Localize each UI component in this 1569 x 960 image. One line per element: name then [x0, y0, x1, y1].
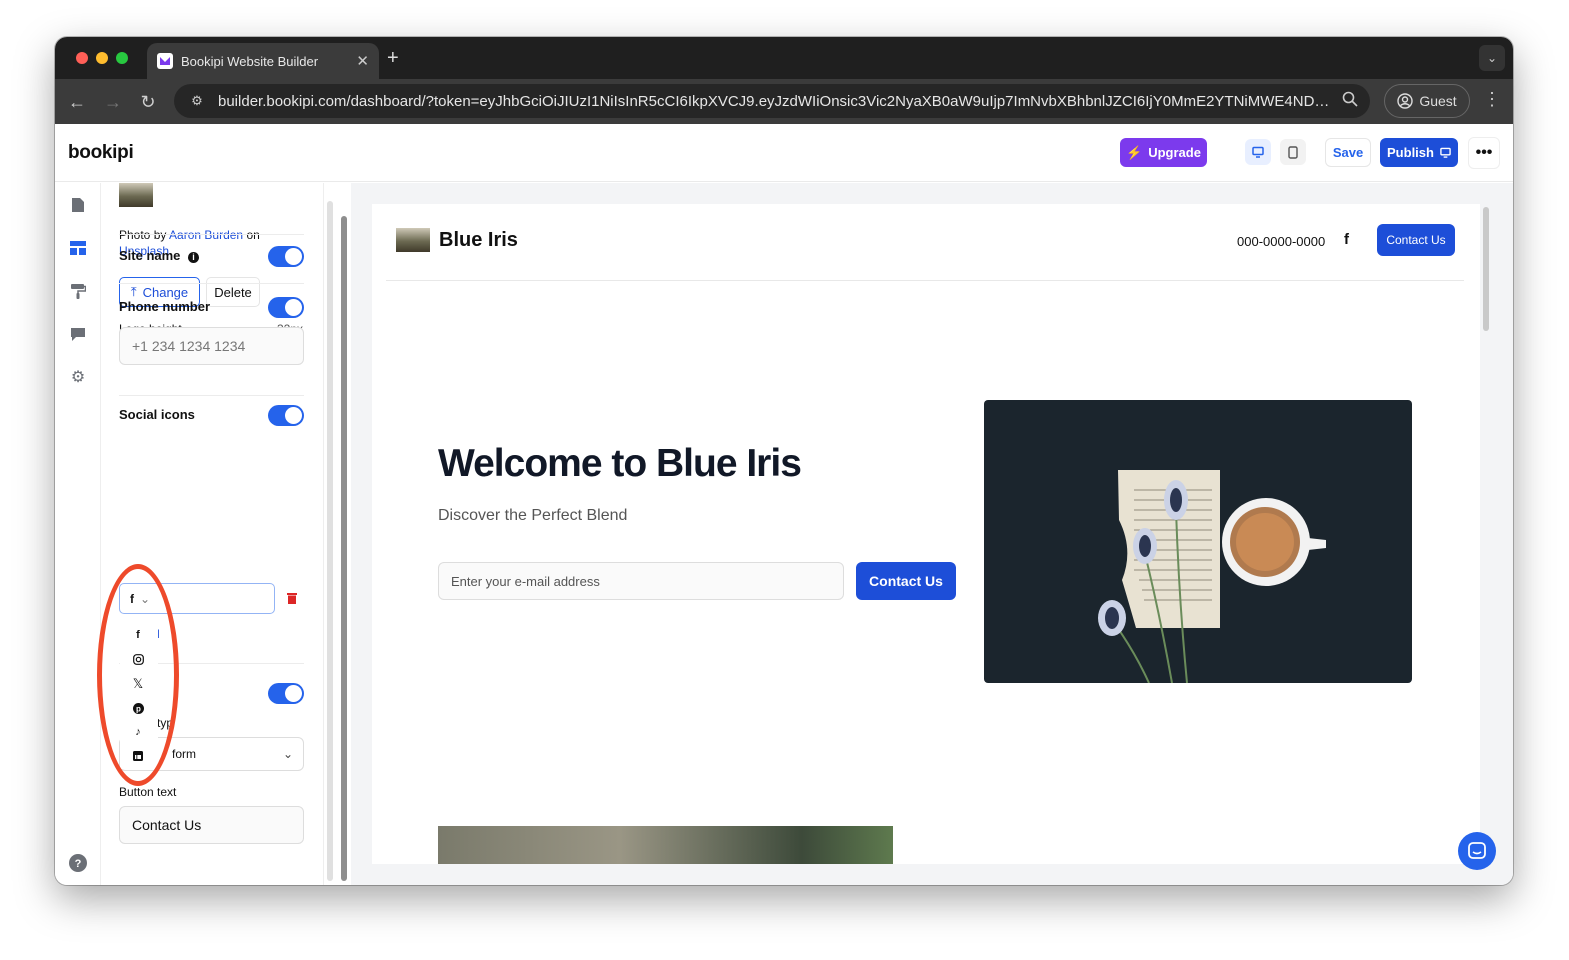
panel-scrollbar[interactable]	[327, 201, 333, 881]
browser-menu-icon[interactable]: ⋮	[1483, 89, 1501, 110]
settings-gear-icon[interactable]: ⚙	[68, 367, 88, 387]
annotation-circle	[97, 564, 179, 786]
facebook-icon[interactable]: f	[1344, 231, 1349, 248]
phone-placeholder: +1 234 1234 1234	[132, 338, 246, 354]
profile-icon	[1397, 93, 1414, 109]
publish-label: Publish	[1387, 145, 1434, 160]
publish-button[interactable]: Publish	[1380, 138, 1458, 167]
more-options-icon[interactable]: •••	[1468, 137, 1500, 169]
phone-number-input[interactable]: +1 234 1234 1234	[119, 327, 304, 365]
hero-subtitle: Discover the Perfect Blend	[438, 507, 628, 524]
browser-window: Bookipi Website Builder ✕ + ⌄ ← → ↻ ⚙ bu…	[55, 37, 1513, 885]
reload-icon[interactable]: ↻	[135, 89, 161, 115]
profile-label: Guest	[1419, 93, 1457, 109]
app-header: bookipi ⚡ Upgrade Save Publish •••	[55, 124, 1513, 182]
back-icon[interactable]: ←	[64, 89, 90, 115]
address-bar[interactable]: ⚙ builder.bookipi.com/dashboard/?token=e…	[174, 84, 1370, 118]
site-header: Blue Iris 000-0000-0000 f Contact Us	[386, 204, 1464, 281]
phone-number-label: Phone number	[119, 299, 211, 314]
tab-title: Bookipi Website Builder	[181, 53, 319, 69]
button-text-value: Contact Us	[132, 817, 202, 833]
divider	[119, 283, 304, 284]
panel-scroll-column	[323, 183, 351, 885]
trash-icon[interactable]	[287, 592, 297, 607]
bookipi-logo[interactable]: bookipi	[68, 142, 134, 164]
desktop-icon	[1252, 146, 1264, 158]
divider	[119, 395, 304, 396]
upgrade-button[interactable]: ⚡ Upgrade	[1120, 138, 1207, 167]
header-contact-button[interactable]: Contact Us	[1377, 224, 1455, 256]
profile-button[interactable]: Guest	[1384, 84, 1470, 118]
email-input[interactable]: Enter your e-mail address	[438, 562, 844, 600]
website-preview: Blue Iris 000-0000-0000 f Contact Us Wel…	[372, 204, 1480, 864]
svg-text:?: ?	[75, 858, 82, 870]
close-window-button[interactable]	[76, 52, 88, 64]
photo-on-text: on	[246, 228, 260, 242]
form-toggle[interactable]	[268, 683, 304, 704]
minimize-window-button[interactable]	[96, 52, 108, 64]
save-label: Save	[1332, 145, 1364, 160]
new-tab-button[interactable]: +	[387, 47, 399, 70]
upload-icon: ⤒	[130, 284, 137, 299]
chat-support-button[interactable]	[1458, 832, 1496, 870]
preview-scrollbar-thumb[interactable]	[1483, 207, 1489, 331]
photo-by-text: Photo by	[119, 228, 167, 242]
change-label: Change	[142, 284, 189, 300]
social-icons-label: Social icons	[119, 407, 195, 422]
hero-image	[984, 400, 1412, 683]
zoom-icon[interactable]	[1342, 91, 1358, 111]
upgrade-label: Upgrade	[1148, 145, 1201, 160]
divider	[119, 234, 304, 235]
desktop-view-button[interactable]	[1245, 139, 1271, 165]
chevron-down-icon: ⌄	[282, 747, 293, 761]
maximize-window-button[interactable]	[116, 52, 128, 64]
email-placeholder: Enter your e-mail address	[451, 573, 600, 589]
tab-bar: Bookipi Website Builder ✕ + ⌄	[55, 37, 1513, 79]
site-settings-icon[interactable]: ⚙	[186, 90, 208, 112]
header-contact-label: Contact Us	[1386, 233, 1446, 247]
bookipi-favicon-icon	[157, 53, 173, 69]
hero-contact-label: Contact Us	[869, 573, 943, 589]
social-icons-toggle[interactable]	[268, 405, 304, 426]
delete-button[interactable]: Delete	[206, 277, 260, 307]
logo-thumbnail	[119, 183, 153, 207]
save-button[interactable]: Save	[1325, 138, 1371, 167]
site-name-text: Site name	[119, 248, 181, 263]
site-phone: 000-0000-0000	[1237, 234, 1326, 249]
help-icon[interactable]: ?	[68, 853, 88, 873]
site-logo-image[interactable]	[396, 228, 430, 252]
design-icon[interactable]	[68, 281, 88, 301]
url-text: builder.bookipi.com/dashboard/?token=eyJ…	[218, 92, 1332, 110]
comments-icon[interactable]	[68, 324, 88, 344]
left-rail: ⚙ ?	[55, 183, 101, 885]
close-tab-icon[interactable]: ✕	[356, 52, 369, 70]
browser-toolbar: ← → ↻ ⚙ builder.bookipi.com/dashboard/?t…	[55, 79, 1513, 124]
desktop-icon	[1440, 147, 1451, 158]
lightning-icon: ⚡	[1126, 144, 1143, 160]
tab-search-icon[interactable]: ⌄	[1479, 45, 1505, 71]
button-text-input[interactable]: Contact Us	[119, 806, 304, 844]
panel-scrollbar-thumb[interactable]	[341, 216, 347, 881]
section-image	[438, 826, 893, 864]
delete-label: Delete	[214, 284, 252, 300]
form-type-value: form	[172, 747, 196, 761]
pages-icon[interactable]	[68, 195, 88, 215]
photo-author-link[interactable]: Aaron Burden	[169, 228, 243, 242]
chat-icon	[1468, 842, 1486, 859]
hero-title: Welcome to Blue Iris	[438, 442, 802, 485]
mobile-view-button[interactable]	[1280, 139, 1306, 165]
mobile-icon	[1288, 145, 1298, 159]
forward-icon[interactable]: →	[100, 89, 126, 115]
site-name-toggle[interactable]	[268, 246, 304, 267]
button-text-label: Button text	[119, 785, 177, 799]
tea-and-flowers-illustration	[1098, 470, 1326, 683]
browser-tab[interactable]: Bookipi Website Builder ✕	[147, 43, 379, 79]
hero-contact-button[interactable]: Contact Us	[856, 562, 956, 600]
sections-icon[interactable]	[68, 238, 88, 258]
info-icon[interactable]: i	[188, 252, 200, 263]
phone-number-toggle[interactable]	[268, 297, 304, 318]
site-name-label: Site name i	[119, 248, 200, 263]
site-name[interactable]: Blue Iris	[439, 229, 518, 252]
